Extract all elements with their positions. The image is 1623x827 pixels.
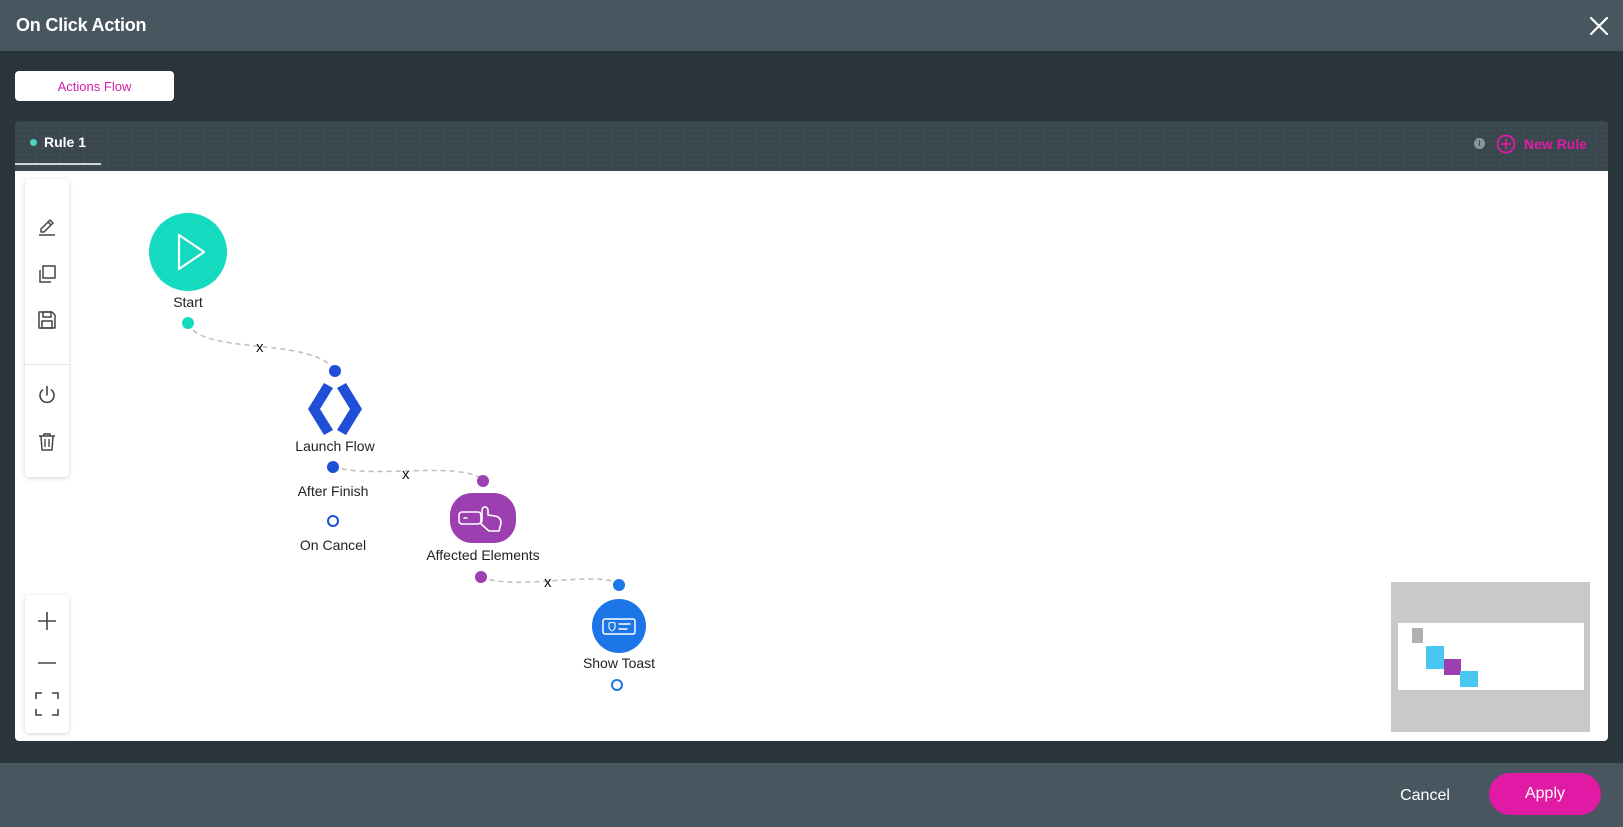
minimap-node-start bbox=[1412, 628, 1423, 643]
start-node-label: Start bbox=[173, 294, 203, 310]
new-rule-button[interactable]: New Rule bbox=[1496, 130, 1587, 158]
minimap-node-affected-elements bbox=[1444, 659, 1461, 675]
start-output-port[interactable] bbox=[182, 317, 194, 329]
affected-elements-input-port[interactable] bbox=[477, 475, 489, 487]
zoom-in-icon bbox=[38, 612, 56, 630]
affected-elements-output-port[interactable] bbox=[475, 571, 487, 583]
zoom-controls bbox=[25, 595, 69, 733]
minimap-node-launch-flow bbox=[1426, 646, 1444, 669]
code-brackets-icon bbox=[308, 383, 333, 435]
trash-icon bbox=[39, 433, 55, 451]
show-toast-output-port[interactable] bbox=[611, 679, 623, 691]
tab-actions-flow[interactable]: Actions Flow bbox=[15, 71, 174, 101]
flow-canvas[interactable]: x x x Start Launch Flow After Finish On … bbox=[15, 171, 1608, 741]
edit-button[interactable] bbox=[25, 209, 69, 245]
edge-remove-marker[interactable]: x bbox=[402, 466, 410, 483]
add-circle-icon bbox=[1496, 134, 1516, 154]
show-toast-node[interactable] bbox=[592, 599, 646, 653]
zoom-in-button[interactable] bbox=[25, 603, 69, 639]
on-cancel-port[interactable] bbox=[327, 515, 339, 527]
rule-tab-label: Rule 1 bbox=[44, 134, 87, 150]
dialog-title: On Click Action bbox=[16, 15, 147, 35]
power-icon bbox=[39, 385, 55, 404]
rule-tabs-bar: Rule 1 i New Rule bbox=[15, 121, 1608, 171]
new-rule-label: New Rule bbox=[1524, 136, 1588, 152]
minimap[interactable] bbox=[1391, 582, 1590, 732]
tab-rule-1[interactable]: Rule 1 bbox=[15, 121, 101, 165]
toolbar-divider bbox=[25, 364, 69, 365]
after-finish-label: After Finish bbox=[298, 483, 369, 499]
minimap-node-show-toast bbox=[1460, 671, 1478, 687]
edit-icon bbox=[39, 219, 55, 236]
launch-flow-node[interactable] bbox=[308, 383, 362, 435]
flow-graph: x x x Start Launch Flow After Finish On … bbox=[149, 213, 655, 691]
show-toast-input-port[interactable] bbox=[613, 579, 625, 591]
save-icon bbox=[38, 311, 56, 329]
close-button[interactable] bbox=[1585, 12, 1613, 40]
code-brackets-icon-right bbox=[337, 383, 362, 435]
copy-button[interactable] bbox=[25, 256, 69, 292]
affected-elements-node[interactable] bbox=[450, 493, 516, 543]
apply-button[interactable]: Apply bbox=[1489, 773, 1601, 815]
minimap-viewport[interactable] bbox=[1398, 623, 1584, 690]
delete-button[interactable] bbox=[25, 424, 69, 460]
on-cancel-label: On Cancel bbox=[300, 537, 366, 553]
zoom-out-icon bbox=[38, 662, 56, 664]
fit-screen-icon bbox=[35, 692, 59, 716]
show-toast-label: Show Toast bbox=[583, 655, 655, 671]
dialog-footer: Cancel Apply bbox=[0, 763, 1623, 827]
launch-flow-input-port[interactable] bbox=[329, 365, 341, 377]
after-finish-port[interactable] bbox=[327, 461, 339, 473]
edge-remove-marker[interactable]: x bbox=[544, 574, 552, 591]
cancel-button[interactable]: Cancel bbox=[1380, 782, 1470, 810]
affected-elements-label: Affected Elements bbox=[426, 547, 539, 563]
power-button[interactable] bbox=[25, 377, 69, 413]
copy-icon bbox=[39, 265, 56, 283]
edge-remove-marker[interactable]: x bbox=[256, 339, 264, 356]
rule-status-dot bbox=[30, 138, 37, 146]
info-icon[interactable]: i bbox=[1474, 138, 1485, 149]
close-icon bbox=[1589, 16, 1609, 36]
zoom-out-button[interactable] bbox=[25, 645, 69, 681]
dialog-titlebar: On Click Action bbox=[0, 0, 1623, 51]
launch-flow-label: Launch Flow bbox=[295, 438, 375, 454]
save-button[interactable] bbox=[25, 302, 69, 338]
canvas-toolbar bbox=[25, 179, 69, 477]
start-node[interactable] bbox=[149, 213, 227, 291]
fit-screen-button[interactable] bbox=[25, 686, 69, 722]
